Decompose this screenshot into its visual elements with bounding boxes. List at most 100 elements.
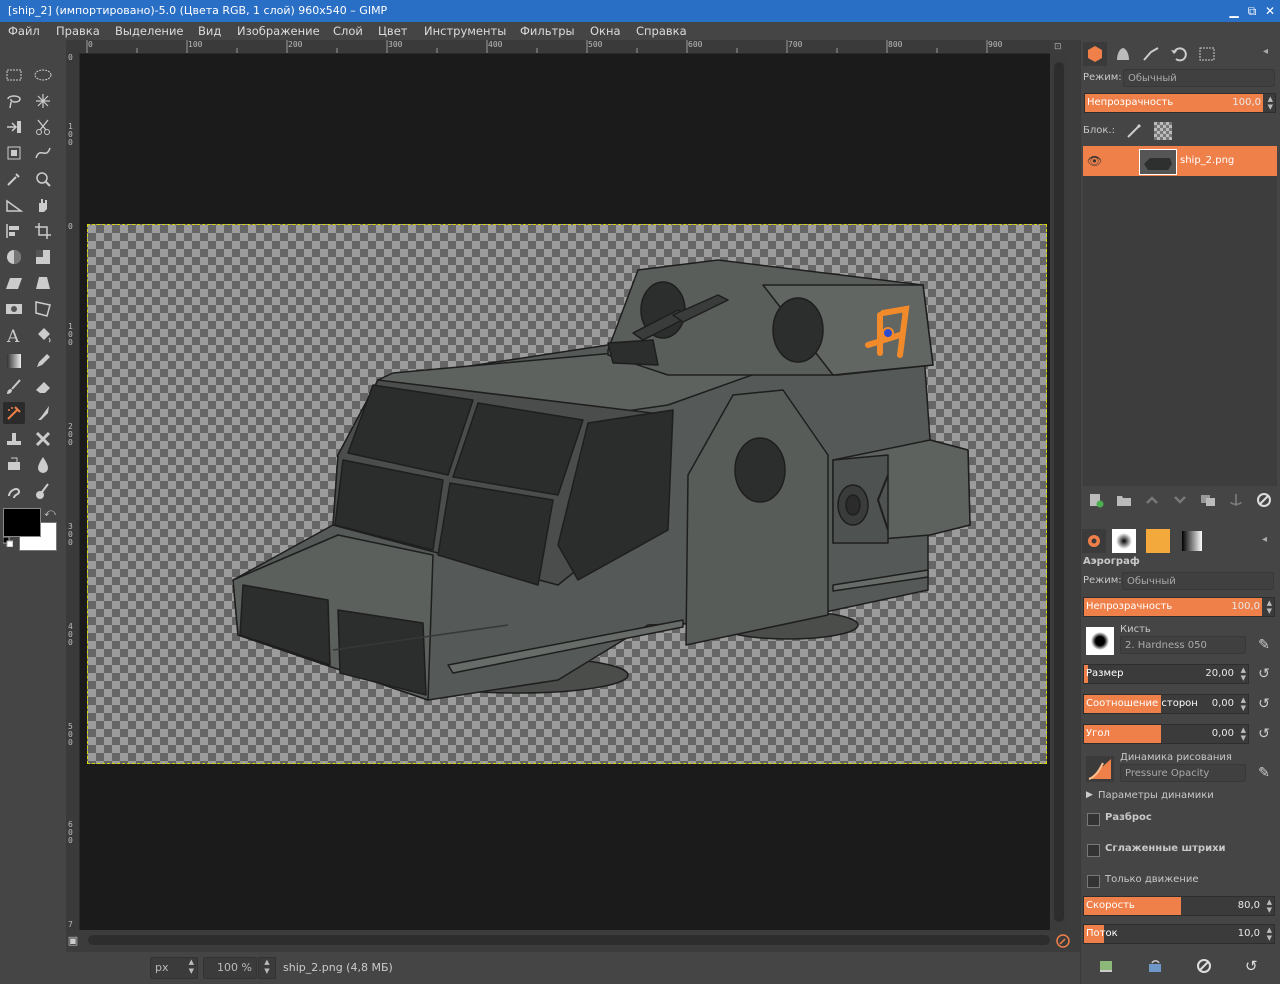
ink-icon[interactable] (32, 402, 54, 424)
rect-select-icon[interactable] (3, 64, 25, 86)
paths-tab-icon[interactable] (1139, 42, 1163, 66)
fuzzy-select-icon[interactable] (32, 90, 54, 112)
tool-options-tab-icon[interactable] (1082, 529, 1106, 553)
foreground-color-swatch-front[interactable] (3, 508, 41, 537)
horizontal-scrollbar[interactable] (84, 932, 1050, 948)
menu-colors[interactable]: Цвет (378, 24, 407, 38)
patterns-tab-icon[interactable] (1146, 529, 1170, 553)
perspective-icon[interactable] (32, 272, 54, 294)
foreground-select-icon[interactable] (3, 116, 25, 138)
scale-icon[interactable] (32, 246, 54, 268)
angle-slider[interactable]: Угол 0,00 ▲ ▼ (1083, 724, 1249, 744)
dynamics-select[interactable]: Pressure Opacity (1120, 764, 1246, 782)
layers-tab-icon[interactable] (1083, 42, 1107, 66)
zoom-spinner[interactable]: ▲ ▼ (258, 957, 276, 979)
new-layer-icon[interactable] (1088, 492, 1104, 508)
raise-layer-icon[interactable] (1144, 492, 1160, 508)
paintbrush-icon[interactable] (3, 376, 25, 398)
brush-preview[interactable] (1086, 627, 1114, 655)
paths-icon[interactable] (32, 142, 54, 164)
maximize-button[interactable]: ⧉ (1245, 4, 1259, 18)
eye-icon[interactable]: 👁 (1087, 154, 1102, 168)
menu-filters[interactable]: Фильтры (520, 24, 575, 38)
menu-layer[interactable]: Слой (333, 24, 363, 38)
edit-dynamics-icon[interactable]: ✎ (1256, 765, 1272, 781)
new-layer-group-icon[interactable] (1116, 492, 1132, 508)
scatter-checkbox[interactable] (1087, 813, 1100, 826)
minimize-button[interactable]: ▁ (1227, 4, 1241, 18)
layer-row[interactable]: 👁 ship_2.png (1083, 146, 1277, 176)
menu-tools[interactable]: Инструменты (424, 24, 506, 38)
lasso-icon[interactable] (3, 90, 25, 112)
crop-icon[interactable] (32, 220, 54, 242)
zoom-icon[interactable] (32, 168, 54, 190)
zoom-select[interactable]: 100 % (203, 957, 257, 979)
close-button[interactable]: ✕ (1263, 4, 1277, 18)
shear-icon[interactable] (3, 272, 25, 294)
blur-icon[interactable] (32, 454, 54, 476)
edit-brush-icon[interactable]: ✎ (1256, 637, 1272, 653)
swap-colors-icon[interactable]: ⤺ (44, 507, 56, 519)
delete-preset-icon[interactable] (1196, 958, 1212, 974)
unit-select[interactable]: px ▲ ▼ (150, 957, 198, 979)
channels-tab-icon[interactable] (1111, 42, 1135, 66)
scissors-icon[interactable] (32, 116, 54, 138)
airbrush-icon[interactable] (3, 402, 25, 424)
layer-mode-select[interactable]: Обычный (1123, 69, 1275, 87)
menu-edit[interactable]: Правка (56, 24, 100, 38)
bucket-fill-icon[interactable] (32, 324, 54, 346)
lower-layer-icon[interactable] (1172, 492, 1188, 508)
flow-slider[interactable]: Поток 10,0 ▲ ▼ (1083, 924, 1275, 944)
anchor-layer-icon[interactable] (1228, 492, 1244, 508)
brush-select[interactable]: 2. Hardness 050 (1120, 636, 1246, 654)
rate-slider[interactable]: Скорость 80,0 ▲ ▼ (1083, 896, 1275, 916)
text-icon[interactable]: A (3, 324, 25, 347)
selection-tab-icon[interactable] (1195, 42, 1219, 66)
pencil-icon[interactable] (32, 350, 54, 372)
quick-mask-icon[interactable]: ▣ (66, 934, 80, 948)
lock-alpha-icon[interactable] (1154, 122, 1172, 140)
dodge-burn-icon[interactable] (32, 480, 54, 502)
default-colors-icon[interactable] (2, 536, 14, 548)
reset-aspect-icon[interactable]: ↺ (1256, 696, 1272, 712)
ellipse-select-icon[interactable] (32, 64, 54, 86)
menu-image[interactable]: Изображение (237, 24, 320, 38)
dock-menu-icon[interactable]: ◂ (1263, 46, 1275, 58)
tool-options-menu-icon[interactable]: ◂ (1262, 534, 1274, 546)
scroll-thumb[interactable] (1054, 62, 1064, 922)
dynamics-preview-icon[interactable] (1086, 756, 1114, 782)
menu-select[interactable]: Выделение (115, 24, 184, 38)
navigate-icon[interactable] (1055, 933, 1071, 949)
duplicate-layer-icon[interactable] (1200, 492, 1216, 508)
align-icon[interactable] (3, 220, 25, 242)
scroll-thumb[interactable] (88, 935, 1050, 945)
canvas-viewport[interactable] (80, 54, 1050, 930)
vertical-scrollbar[interactable] (1052, 54, 1066, 930)
brushes-tab-icon[interactable] (1112, 529, 1136, 553)
transform-icon[interactable] (3, 142, 25, 164)
tool-opacity-slider[interactable]: Непрозрачность 100,0 ▲ ▼ (1083, 597, 1275, 617)
measure-icon[interactable] (3, 194, 25, 216)
reset-size-icon[interactable]: ↺ (1256, 666, 1272, 682)
reset-angle-icon[interactable]: ↺ (1256, 726, 1272, 742)
expander-arrow-icon[interactable]: ▶ (1086, 790, 1093, 800)
menu-windows[interactable]: Окна (590, 24, 621, 38)
gradient-icon[interactable] (3, 350, 25, 372)
menu-file[interactable]: Файл (8, 24, 40, 38)
save-preset-icon[interactable] (1098, 958, 1114, 974)
image-canvas[interactable] (87, 224, 1047, 764)
flip-icon[interactable] (3, 298, 25, 320)
heal-icon[interactable] (32, 428, 54, 450)
lock-pixels-icon[interactable] (1125, 122, 1143, 140)
eraser-icon[interactable] (32, 376, 54, 398)
menu-help[interactable]: Справка (636, 24, 687, 38)
hand-icon[interactable] (32, 194, 54, 216)
layer-opacity-slider[interactable]: Непрозрачность 100,0 ▲ ▼ (1084, 93, 1276, 113)
motion-only-checkbox[interactable] (1087, 875, 1100, 888)
reset-options-icon[interactable]: ↺ (1245, 958, 1261, 974)
perspective-clone-icon[interactable] (3, 454, 25, 476)
smudge-icon[interactable] (3, 480, 25, 502)
unified-transform-icon[interactable] (3, 246, 25, 268)
delete-layer-icon[interactable] (1256, 492, 1272, 508)
menu-view[interactable]: Вид (198, 24, 221, 38)
